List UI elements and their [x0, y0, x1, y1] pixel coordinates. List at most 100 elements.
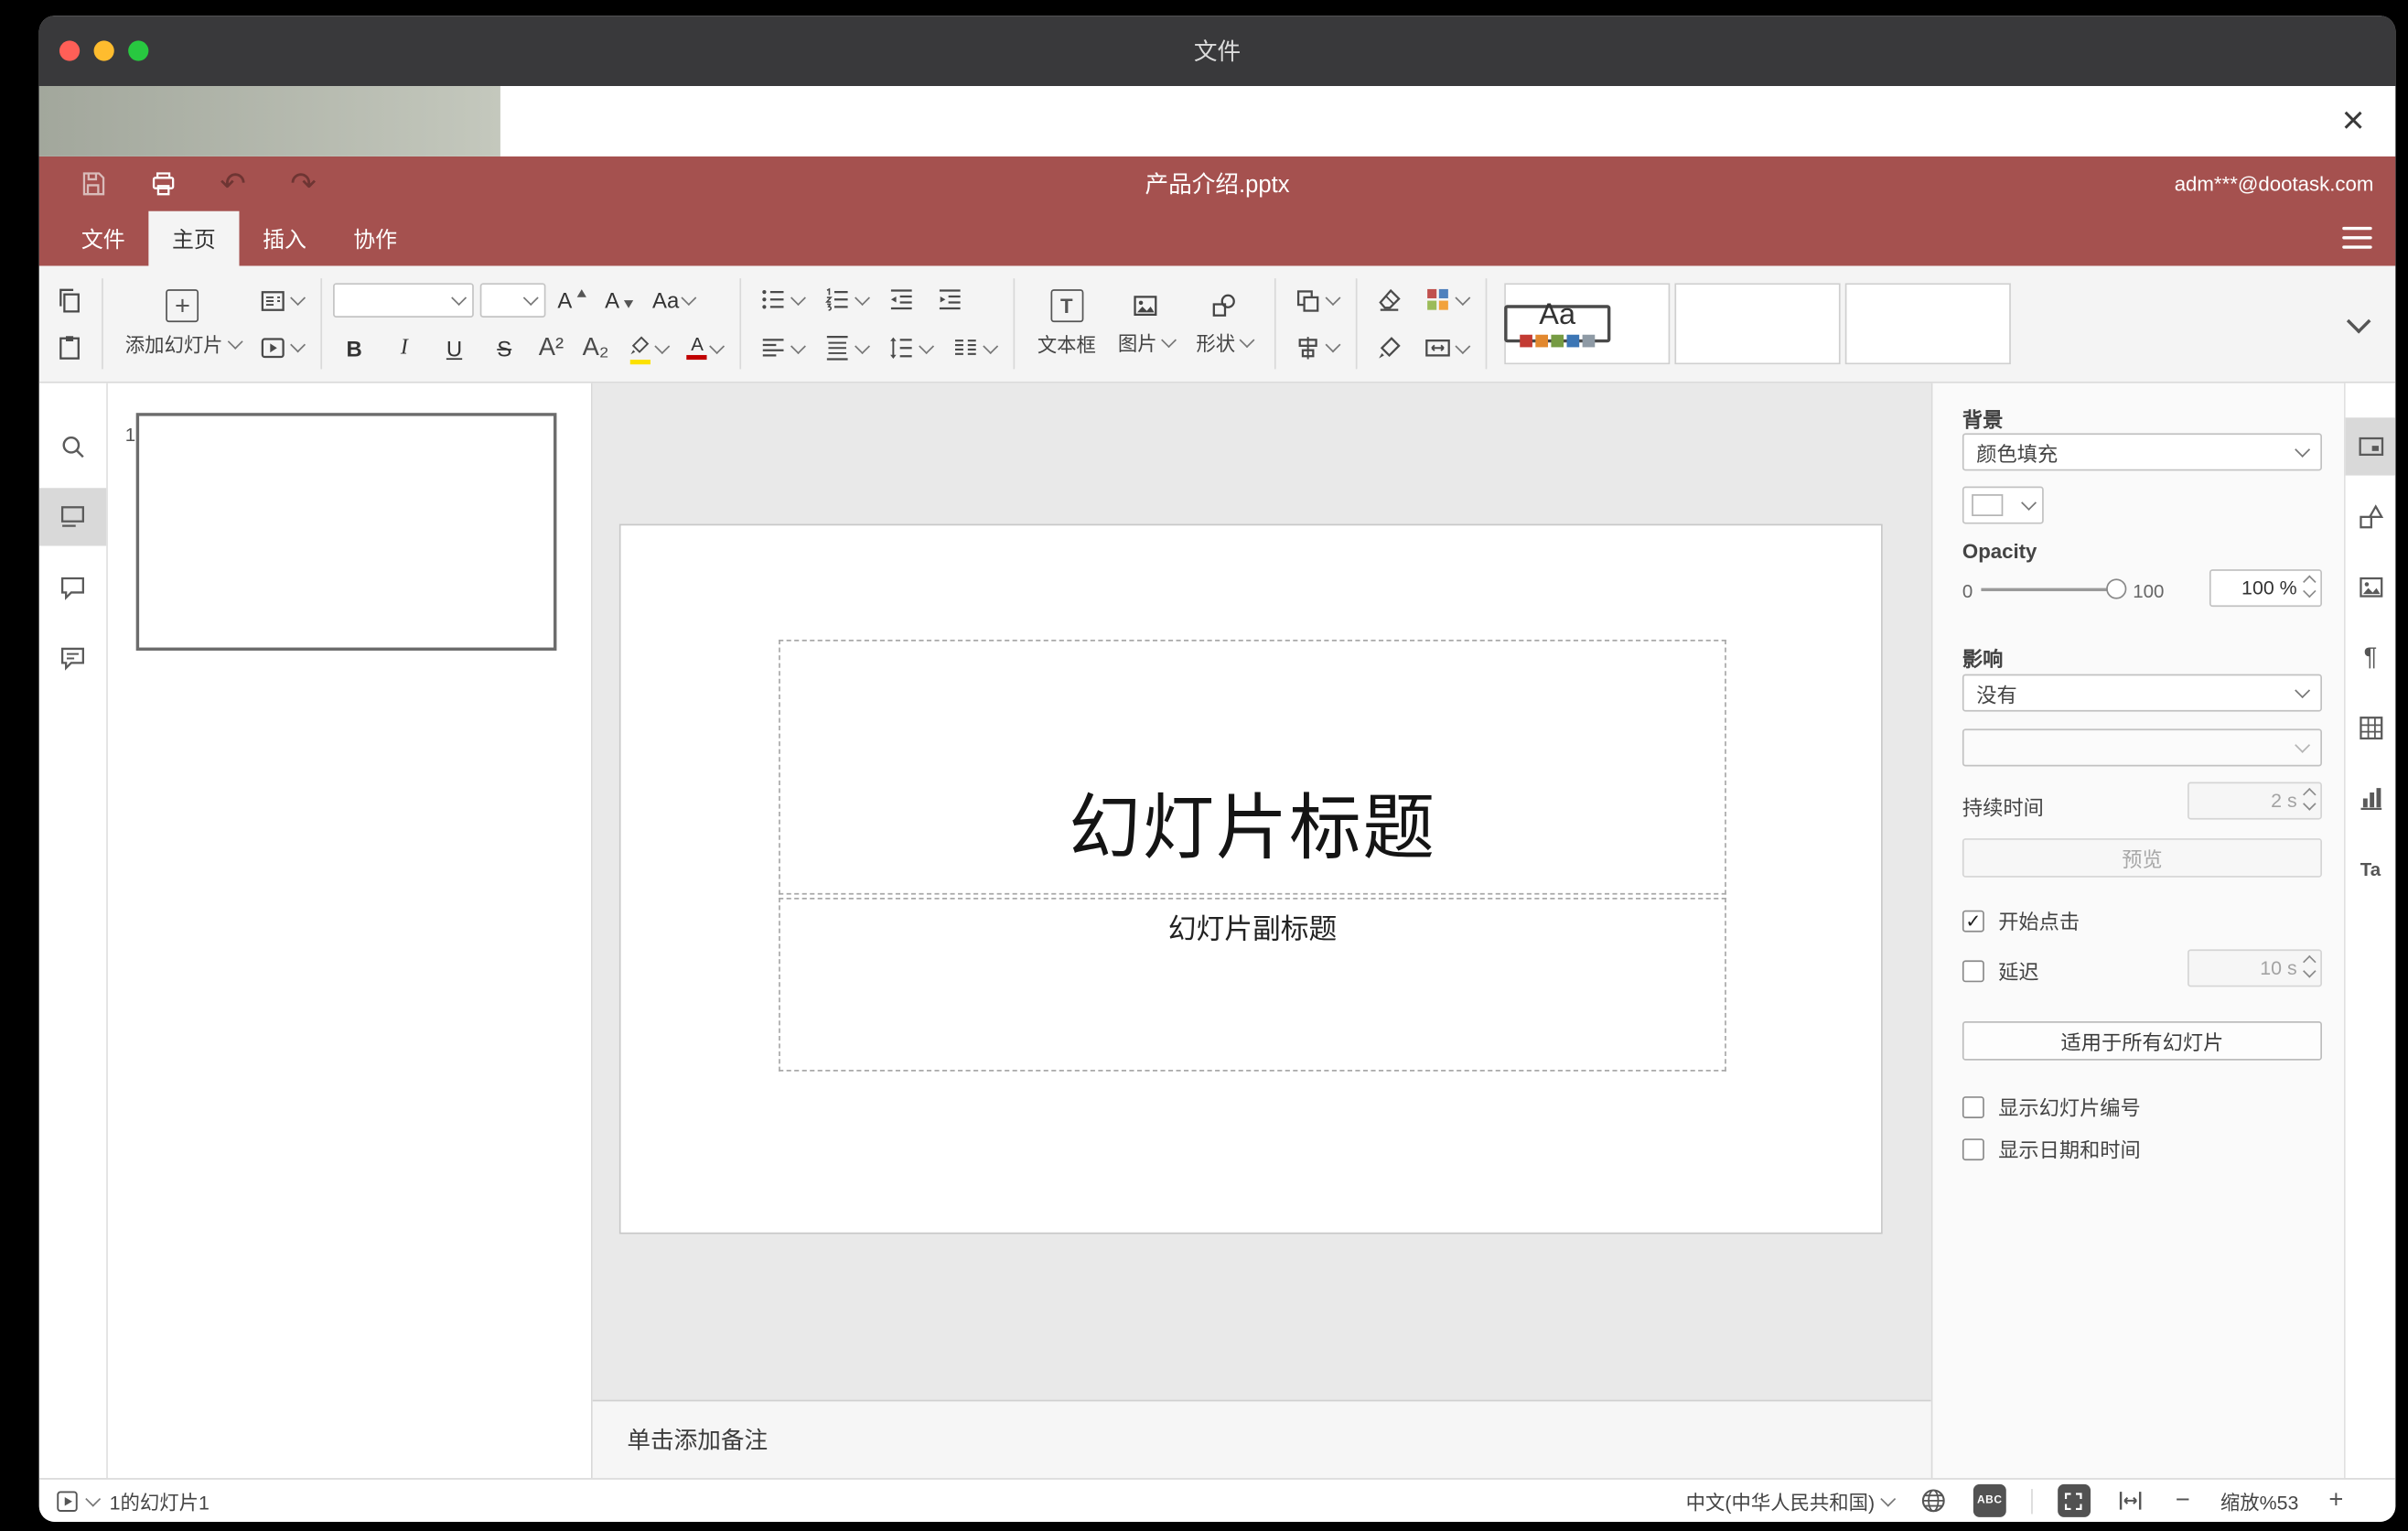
undo-button[interactable]: ↶: [208, 164, 258, 204]
subtitle-placeholder[interactable]: 幻灯片副标题: [779, 898, 1726, 1072]
theme-option-selected[interactable]: Aa: [1504, 300, 1611, 348]
align-shape-button[interactable]: [1287, 327, 1345, 367]
close-icon[interactable]: ×: [2330, 97, 2377, 144]
slide-thumbnail[interactable]: [135, 413, 557, 651]
start-slideshow-button[interactable]: [251, 327, 308, 367]
subscript-button[interactable]: A₂: [576, 328, 616, 368]
print-button[interactable]: [137, 164, 188, 204]
opacity-slider[interactable]: [1981, 588, 2119, 592]
tab-insert[interactable]: 插入: [239, 211, 329, 266]
increase-indent-button[interactable]: [930, 279, 972, 319]
start-slideshow-status-button[interactable]: [55, 1488, 102, 1513]
line-spacing-button[interactable]: [881, 328, 939, 368]
slide-layout-button[interactable]: [251, 280, 308, 320]
clear-style-button[interactable]: [1368, 279, 1410, 319]
add-slide-icon: +: [166, 289, 199, 323]
notes-area[interactable]: 单击添加备注: [592, 1399, 1931, 1479]
font-size-select[interactable]: [478, 282, 545, 318]
show-date-time-checkbox[interactable]: [1962, 1137, 1984, 1160]
bold-button[interactable]: B: [332, 328, 376, 368]
traffic-lights: [59, 40, 149, 61]
close-window-button[interactable]: [59, 40, 81, 61]
delay-checkbox[interactable]: [1962, 959, 1984, 982]
arrange-shape-button[interactable]: [1287, 280, 1345, 320]
numbered-list-button[interactable]: [817, 279, 875, 319]
insert-image-button[interactable]: 图片: [1107, 275, 1185, 372]
effect-type-select[interactable]: [1962, 728, 2322, 767]
chevron-down-icon: [521, 289, 538, 306]
show-date-time-row: 显示日期和时间: [1962, 1137, 2141, 1162]
decrease-indent-button[interactable]: [881, 279, 923, 319]
show-slide-number-checkbox[interactable]: [1962, 1095, 1984, 1118]
zoom-out-button[interactable]: −: [2170, 1487, 2195, 1513]
background-fill-select[interactable]: 颜色填充: [1962, 433, 2322, 471]
slide-canvas[interactable]: 幻灯片标题 幻灯片副标题: [618, 523, 1883, 1235]
slide-settings-button[interactable]: [2345, 417, 2396, 476]
slides-panel-button[interactable]: [38, 488, 107, 546]
slide-size-button[interactable]: [1416, 328, 1474, 368]
paste-button[interactable]: [48, 327, 91, 367]
minimize-window-button[interactable]: [93, 40, 114, 61]
preview-button[interactable]: 预览: [1962, 838, 2322, 878]
font-color-button[interactable]: A: [681, 328, 729, 368]
menu-icon[interactable]: [2342, 226, 2372, 249]
title-placeholder[interactable]: 幻灯片标题: [779, 640, 1726, 895]
tab-home[interactable]: 主页: [148, 210, 240, 266]
screen: 文件 × ↶ ↷ 产品介绍.pptx adm***@dootask.com 文件…: [0, 0, 2408, 1531]
chevron-down-icon: [1325, 337, 1341, 353]
color-scheme-button[interactable]: [1416, 279, 1474, 319]
spinner-arrows-icon[interactable]: [2303, 787, 2317, 811]
copy-style-button[interactable]: [1368, 328, 1410, 368]
background-color-select[interactable]: [1962, 486, 2044, 524]
horizontal-align-button[interactable]: [753, 328, 811, 368]
superscript-button[interactable]: A²: [532, 328, 570, 368]
add-slide-button[interactable]: + 添加幻灯片: [114, 275, 252, 372]
chart-settings-button[interactable]: [2346, 770, 2396, 827]
shape-settings-button[interactable]: [2346, 488, 2396, 545]
opacity-input[interactable]: 100 %: [2209, 569, 2322, 608]
redo-button[interactable]: ↷: [278, 164, 328, 204]
font-name-select[interactable]: [332, 282, 474, 318]
underline-button[interactable]: U: [433, 328, 477, 368]
insert-columns-button[interactable]: [945, 328, 1003, 368]
textart-settings-button[interactable]: Ta: [2346, 840, 2396, 898]
table-settings-button[interactable]: [2346, 699, 2396, 757]
bullet-list-button[interactable]: [753, 279, 811, 319]
insert-textbox-button[interactable]: T 文本框: [1027, 275, 1107, 372]
fit-to-width-button[interactable]: [2115, 1486, 2145, 1515]
search-button[interactable]: [39, 417, 106, 475]
highlight-color-button[interactable]: [621, 328, 674, 368]
decrement-font-size-button[interactable]: A: [598, 279, 640, 319]
comments-button[interactable]: [39, 558, 106, 616]
delay-input[interactable]: 10 s: [2188, 949, 2322, 987]
spinner-arrows-icon[interactable]: [2303, 575, 2317, 598]
strikethrough-button[interactable]: S: [482, 328, 526, 368]
italic-button[interactable]: I: [382, 328, 426, 368]
change-case-button[interactable]: Aa: [646, 279, 701, 319]
save-button[interactable]: [67, 164, 117, 204]
duration-input[interactable]: 2 s: [2188, 782, 2322, 820]
set-document-language-button[interactable]: [1919, 1486, 1948, 1515]
apply-to-all-button[interactable]: 适用于所有幻灯片: [1962, 1021, 2322, 1061]
chat-button[interactable]: [39, 629, 106, 686]
tab-collaboration[interactable]: 协作: [330, 211, 421, 266]
start-on-click-checkbox[interactable]: ✓: [1962, 909, 1984, 932]
language-select[interactable]: 中文(中华人民共和国): [1686, 1486, 1897, 1515]
paragraph-settings-button[interactable]: ¶: [2346, 629, 2396, 686]
theme-option[interactable]: [1844, 283, 2011, 365]
spinner-arrows-icon[interactable]: [2303, 954, 2317, 978]
fit-to-slide-button[interactable]: [2058, 1483, 2091, 1517]
vertical-align-button[interactable]: [817, 328, 875, 368]
tab-file[interactable]: 文件: [58, 211, 148, 266]
insert-shape-button[interactable]: 形状: [1185, 275, 1263, 372]
copy-button[interactable]: [48, 280, 91, 320]
opacity-slider-handle[interactable]: [2106, 578, 2127, 599]
fullscreen-window-button[interactable]: [128, 40, 149, 61]
increment-font-size-button[interactable]: A: [551, 279, 592, 319]
theme-option[interactable]: [1674, 283, 1841, 365]
effect-select[interactable]: 没有: [1962, 674, 2322, 712]
theme-gallery-expand-button[interactable]: [2338, 308, 2380, 334]
zoom-in-button[interactable]: +: [2324, 1487, 2349, 1513]
image-settings-button[interactable]: [2346, 558, 2396, 616]
spell-check-button[interactable]: ABC: [1973, 1483, 2006, 1517]
